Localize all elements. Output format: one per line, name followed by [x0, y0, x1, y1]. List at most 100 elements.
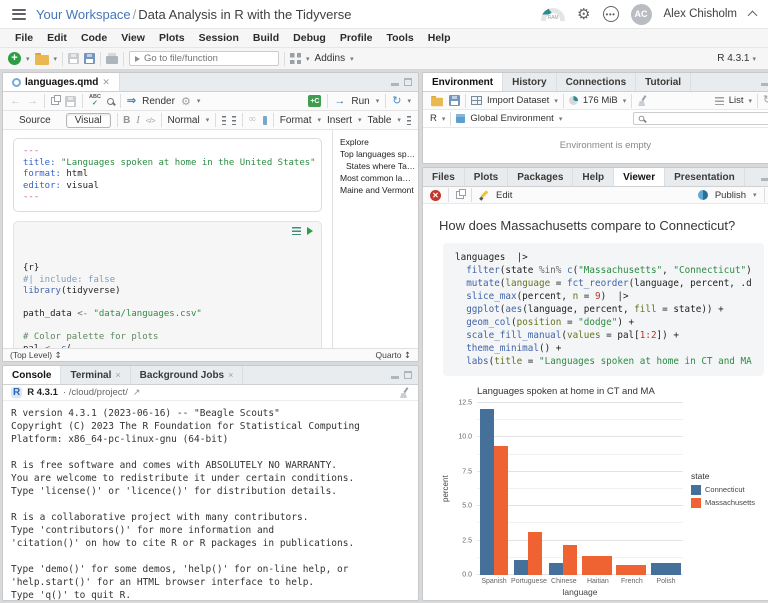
filetype-indicator[interactable]: Quarto ↕ [376, 350, 412, 361]
env-open-icon[interactable] [431, 97, 443, 106]
code-chunk[interactable]: {r}#| include: falselibrary(tidyverse) p… [13, 221, 322, 349]
tab-help[interactable]: Help [573, 168, 614, 186]
menu-code[interactable]: Code [74, 32, 114, 44]
menu-icon[interactable] [12, 9, 26, 20]
run-chunk-icon[interactable] [307, 227, 313, 235]
clear-viewer-icon[interactable]: ✕ [430, 190, 441, 201]
menu-view[interactable]: View [114, 32, 152, 44]
clear-environment-broom-icon[interactable] [637, 95, 648, 106]
render-button[interactable]: Render [142, 96, 175, 107]
menu-session[interactable]: Session [192, 32, 246, 44]
new-file-icon[interactable]: + [8, 52, 21, 65]
menu-help[interactable]: Help [421, 32, 458, 44]
menu-debug[interactable]: Debug [286, 32, 333, 44]
minimize-pane-icon[interactable] [391, 83, 399, 86]
link-icon[interactable]: ∞ [248, 115, 256, 125]
avatar[interactable]: AC [631, 4, 652, 25]
back-icon[interactable]: ← [10, 96, 21, 107]
bold-icon[interactable]: B [123, 115, 130, 126]
image-icon[interactable] [263, 116, 268, 125]
editor-save-icon[interactable] [65, 96, 76, 107]
close-tab-icon[interactable]: ✕ [102, 77, 110, 88]
import-dataset-button[interactable]: Import Dataset [487, 95, 549, 106]
outline-item[interactable]: States where Ta… [340, 160, 411, 172]
minimize-pane-icon[interactable] [761, 178, 768, 181]
menu-build[interactable]: Build [246, 32, 286, 44]
tab-connections[interactable]: Connections [557, 73, 637, 91]
clear-console-broom-icon[interactable] [399, 387, 410, 398]
tab-console[interactable]: Console [3, 366, 61, 384]
menu-edit[interactable]: Edit [40, 32, 74, 44]
goto-file-box[interactable] [129, 51, 279, 66]
run-button[interactable]: Run [351, 96, 369, 107]
table-menu[interactable]: Table [368, 115, 392, 126]
r-version-selector[interactable]: R 4.3.1▾ [717, 53, 760, 64]
numbered-list-icon[interactable] [232, 116, 236, 125]
breadcrumb-workspace-link[interactable]: Your Workspace [36, 7, 131, 22]
close-tab-icon[interactable]: × [115, 370, 120, 380]
maximize-pane-icon[interactable] [404, 78, 412, 86]
editor-document[interactable]: ---title: "Languages spoken at home in t… [3, 130, 332, 348]
run-chunks-above-icon[interactable] [292, 227, 301, 235]
minimize-pane-icon[interactable] [761, 83, 768, 86]
outline-item[interactable]: Maine and Vermont [340, 184, 411, 196]
tab-plots[interactable]: Plots [465, 168, 508, 186]
italic-icon[interactable]: I [136, 115, 139, 126]
tab-history[interactable]: History [503, 73, 556, 91]
search-icon[interactable] [107, 98, 114, 105]
tab-languages-qmd[interactable]: languages.qmd ✕ [3, 73, 120, 91]
tab-background-jobs[interactable]: Background Jobs× [131, 366, 244, 384]
viewer-content[interactable]: How does Massachusetts compare to Connec… [423, 204, 768, 600]
menu-tools[interactable]: Tools [380, 32, 421, 44]
source-mode-button[interactable]: Source [10, 113, 60, 128]
environment-search-box[interactable] [633, 112, 768, 125]
maximize-pane-icon[interactable] [404, 371, 412, 379]
paragraph-style-dropdown[interactable]: Normal [167, 115, 199, 126]
close-tab-icon[interactable]: × [228, 370, 233, 380]
format-menu[interactable]: Format [280, 115, 312, 126]
spellcheck-icon[interactable]: ABC✓ [89, 95, 101, 108]
list-view-button[interactable]: List [729, 95, 744, 106]
minimize-pane-icon[interactable] [391, 376, 399, 379]
tab-files[interactable]: Files [423, 168, 465, 186]
new-file-dropdown-icon[interactable]: ▾ [26, 55, 30, 63]
menu-file[interactable]: File [8, 32, 40, 44]
tab-viewer[interactable]: Viewer [614, 168, 665, 186]
bullet-list-icon[interactable] [222, 116, 226, 125]
insert-chunk-icon[interactable]: +C [308, 95, 321, 107]
print-icon[interactable] [106, 56, 118, 64]
env-language-dropdown[interactable]: R [430, 113, 437, 124]
goto-file-input[interactable] [144, 53, 273, 64]
outline-item[interactable]: Explore [340, 136, 411, 148]
memory-usage-button[interactable]: 176 MiB [583, 95, 618, 106]
addins-grid-icon[interactable] [290, 53, 301, 64]
publish-button[interactable]: Publish [715, 190, 746, 201]
insert-menu[interactable]: Insert [327, 115, 352, 126]
outline-item[interactable]: Top languages sp… [340, 148, 411, 160]
forward-icon[interactable]: → [27, 96, 38, 107]
menu-plots[interactable]: Plots [152, 32, 192, 44]
save-all-icon[interactable] [84, 53, 95, 64]
refresh-environment-icon[interactable]: ↻ [763, 95, 768, 106]
tab-tutorial[interactable]: Tutorial [636, 73, 691, 91]
menu-profile[interactable]: Profile [333, 32, 380, 44]
global-environment-dropdown[interactable]: Global Environment [470, 113, 553, 124]
tab-environment[interactable]: Environment [423, 73, 503, 91]
tab-terminal[interactable]: Terminal× [61, 366, 130, 384]
edit-button[interactable]: Edit [496, 190, 512, 201]
env-save-icon[interactable] [449, 95, 460, 106]
addins-button[interactable]: Addins [315, 53, 346, 64]
tab-presentation[interactable]: Presentation [665, 168, 745, 186]
viewer-popout-icon[interactable] [456, 191, 464, 199]
outline-item[interactable]: Most common la… [340, 172, 411, 184]
chevron-up-icon[interactable] [748, 11, 758, 21]
visual-mode-button[interactable]: Visual [66, 113, 111, 128]
tab-packages[interactable]: Packages [508, 168, 573, 186]
more-options-icon[interactable]: ••• [603, 6, 619, 22]
console-output[interactable]: R version 4.3.1 (2023-06-16) -- "Beagle … [3, 401, 418, 600]
goto-directory-icon[interactable]: ↗ [133, 388, 141, 398]
yaml-block[interactable]: ---title: "Languages spoken at home in t… [13, 138, 322, 212]
outline-toggle-icon[interactable] [407, 116, 411, 125]
popout-icon[interactable] [51, 97, 59, 105]
ram-gauge-icon[interactable]: RAM [541, 8, 565, 21]
